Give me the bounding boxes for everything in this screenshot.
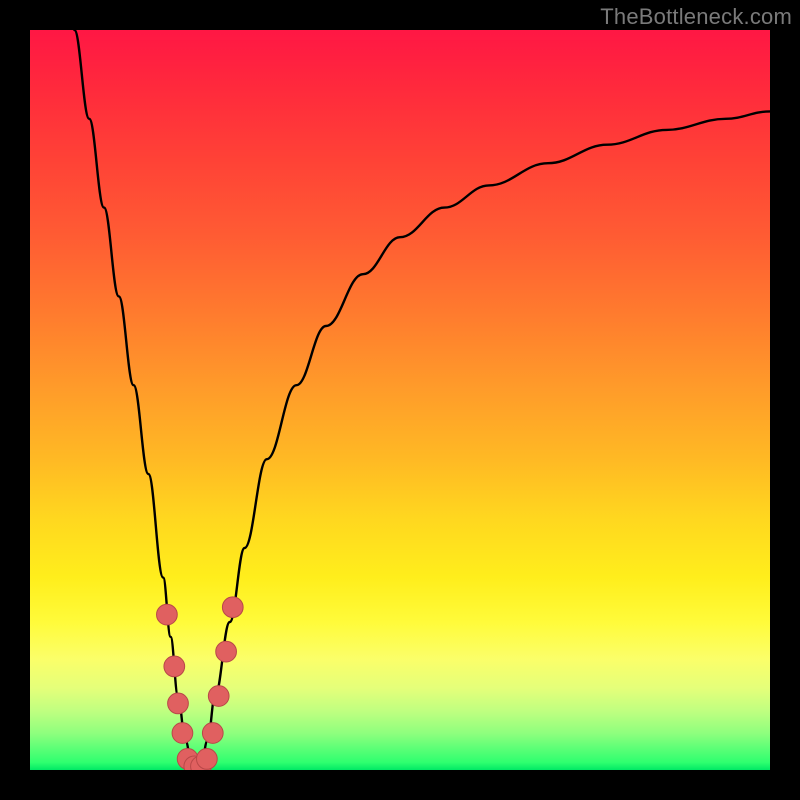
curve-marker [172, 723, 193, 744]
curve-marker [168, 693, 189, 714]
plot-area [30, 30, 770, 770]
curve-marker [202, 723, 223, 744]
watermark-text: TheBottleneck.com [600, 4, 792, 30]
chart-svg [30, 30, 770, 770]
curve-marker [208, 686, 229, 707]
curve-marker [216, 641, 237, 662]
curve-marker [222, 597, 243, 618]
curve-marker [164, 656, 185, 677]
curve-marker [157, 604, 178, 625]
curve-marker [197, 749, 218, 770]
outer-frame: TheBottleneck.com [0, 0, 800, 800]
